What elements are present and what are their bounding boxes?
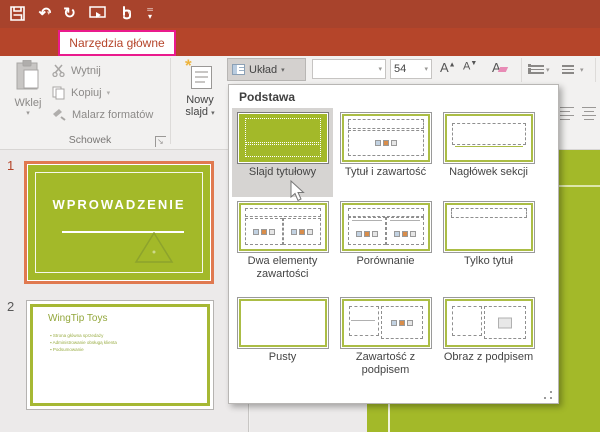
- scissors-icon: [52, 64, 66, 77]
- slide-1-thumbnail[interactable]: WPROWADZENIE: [24, 161, 214, 284]
- slide-canvas-right-edge: [559, 150, 600, 432]
- paste-button[interactable]: Wklej ▾: [6, 60, 50, 144]
- increase-font-size-button[interactable]: A▲: [440, 60, 456, 75]
- slide-canvas-bottom-edge: [367, 404, 600, 432]
- layout-item-picture-with-caption[interactable]: Obraz z podpisem: [438, 293, 539, 381]
- format-painter-icon: [52, 108, 67, 121]
- cut-label: Wytnij: [71, 65, 101, 77]
- slide-2-number: 2: [7, 299, 14, 314]
- layout-icon: [232, 64, 245, 75]
- format-painter-button[interactable]: Malarz formatów: [52, 106, 153, 123]
- copy-button[interactable]: Kopiuj ▾: [52, 84, 110, 101]
- layout-gallery-menu: Podstawa Slajd tytułowy Tytuł i zawartoś…: [228, 84, 559, 404]
- slide-1-triangle-shape: [134, 232, 174, 264]
- bullet-list-icon[interactable]: [528, 63, 544, 76]
- layout-item-title-slide[interactable]: Slajd tytułowy: [232, 108, 333, 197]
- layout-item-title-and-content[interactable]: Tytuł i zawartość: [335, 108, 436, 197]
- touch-mode-icon: [117, 3, 135, 23]
- customize-qat-icon[interactable]: [141, 3, 159, 23]
- font-size-combobox[interactable]: 54▾: [390, 59, 432, 79]
- decrease-font-size-button[interactable]: A▼: [463, 60, 477, 73]
- paste-dropdown-icon[interactable]: ▾: [6, 109, 50, 117]
- mouse-cursor: [290, 180, 306, 202]
- clear-formatting-button[interactable]: A: [492, 60, 507, 75]
- new-slide-label-2: slajd ▾: [176, 106, 224, 118]
- layout-item-blank[interactable]: Pusty: [232, 293, 333, 381]
- cut-button[interactable]: Wytnij: [52, 62, 101, 79]
- clipboard-group-label: Schowek: [30, 134, 150, 146]
- workspace-margin: [250, 404, 367, 432]
- new-slide-icon: *: [187, 62, 213, 90]
- layout-button-label: Układ: [249, 64, 277, 76]
- undo-button[interactable]: ▾: [36, 3, 51, 23]
- copy-dropdown-icon[interactable]: ▾: [107, 89, 111, 97]
- touch-mode-dropdown-icon[interactable]: ▾: [128, 9, 132, 17]
- powerpoint-window: ▾ ▾ Plik Wstawianie Projektowanie Przejś…: [0, 0, 600, 432]
- copy-icon: [52, 86, 66, 100]
- layout-item-section-header[interactable]: Nagłówek sekcji: [438, 108, 539, 197]
- undo-dropdown-icon[interactable]: ▾: [47, 9, 51, 17]
- layout-item-title-only[interactable]: Tylko tytuł: [438, 197, 539, 293]
- slide-1-title: WPROWADZENIE: [28, 197, 210, 212]
- layout-button[interactable]: Układ ▾: [227, 58, 306, 81]
- slide-2-thumbnail[interactable]: WingTip Toys ▪ Strona główna sprzedaży ▪…: [26, 300, 214, 410]
- layout-item-comparison[interactable]: Porównanie: [335, 197, 436, 293]
- layout-dropdown-icon: ▾: [281, 66, 285, 74]
- menu-resize-grip[interactable]: [544, 391, 552, 399]
- slide-2-title: WingTip Toys: [48, 313, 107, 324]
- picture-placeholder-icon: [498, 317, 512, 328]
- layout-item-two-content[interactable]: Dwa elementy zawartości: [232, 197, 333, 293]
- start-slideshow-icon[interactable]: [89, 3, 107, 23]
- bullet-list-dropdown-icon[interactable]: ▾: [546, 66, 550, 74]
- tab-home-highlighted[interactable]: Narzędzia główne: [58, 30, 176, 56]
- touch-mode-button[interactable]: ▾: [117, 3, 132, 23]
- clipboard-dialog-launcher-icon[interactable]: [155, 136, 166, 147]
- numbered-list-dropdown-icon[interactable]: ▾: [580, 66, 584, 74]
- slide-1-number: 1: [7, 158, 14, 173]
- copy-label: Kopiuj: [71, 87, 102, 99]
- numbered-list-icon[interactable]: [562, 63, 574, 76]
- font-name-combobox[interactable]: ▾: [312, 59, 386, 79]
- format-painter-label: Malarz formatów: [72, 109, 153, 121]
- new-slide-button[interactable]: * Nowy slajd ▾: [176, 60, 224, 144]
- layout-gallery-header: Podstawa: [239, 90, 295, 104]
- new-slide-label-1: Nowy: [176, 94, 224, 106]
- clipboard-icon: [15, 60, 41, 92]
- slide-2-bullets: ▪ Strona główna sprzedaży ▪ Administrowa…: [50, 332, 117, 353]
- quick-access-toolbar: ▾ ▾: [0, 0, 600, 28]
- align-center-icon[interactable]: [582, 104, 596, 123]
- align-left-icon[interactable]: [560, 104, 574, 123]
- layout-item-content-with-caption[interactable]: Zawartość z podpisem: [335, 293, 436, 381]
- redo-icon[interactable]: [61, 3, 79, 23]
- font-size-value: 54: [394, 63, 406, 75]
- paste-label: Wklej: [6, 97, 50, 109]
- save-icon[interactable]: [8, 3, 26, 23]
- undo-icon: [36, 3, 54, 23]
